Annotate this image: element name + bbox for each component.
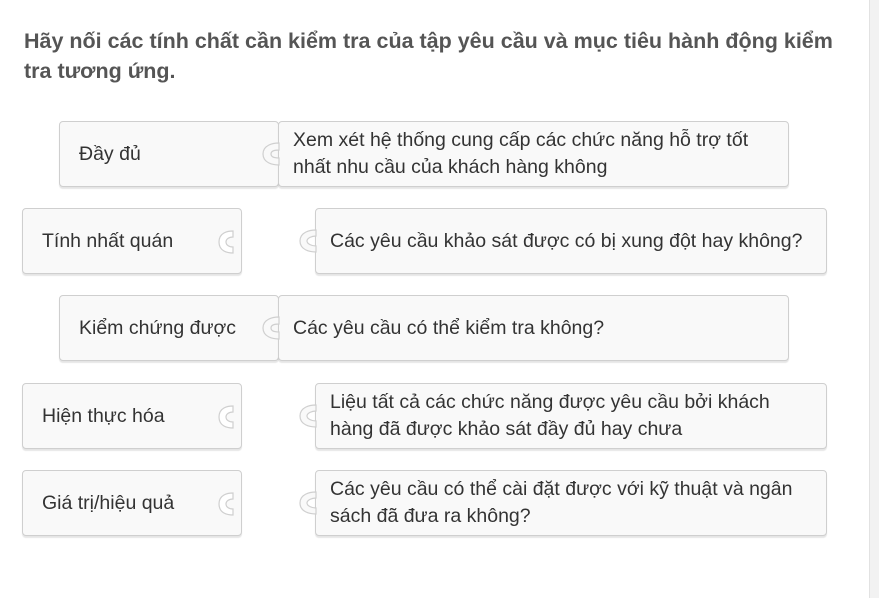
puzzle-socket-icon: [213, 209, 241, 275]
target-text: Các yêu cầu có thể kiểm tra không?: [293, 316, 605, 339]
puzzle-socket-icon: [213, 471, 241, 537]
label-text: Đầy đủ: [79, 142, 141, 165]
puzzle-tab-icon: [292, 208, 320, 274]
drop-target-piece[interactable]: Các yêu cầu khảo sát được có bị xung đột…: [315, 208, 827, 274]
drop-target-piece[interactable]: Liệu tất cả các chức năng được yêu cầu b…: [315, 383, 827, 449]
target-text: Các yêu cầu có thể cài đặt được với kỹ t…: [330, 478, 793, 527]
match-pair: Hiện thực hóa Liệu tất cả các chức năng …: [22, 383, 827, 451]
draggable-label-piece[interactable]: Hiện thực hóa: [22, 383, 242, 449]
target-text: Liệu tất cả các chức năng được yêu cầu b…: [330, 391, 770, 440]
label-text: Kiểm chứng được: [79, 316, 237, 339]
puzzle-connector-icon: [257, 121, 285, 187]
target-piece: Các yêu cầu có thể kiểm tra không?: [278, 295, 789, 361]
draggable-label-piece[interactable]: Giá trị/hiệu quả: [22, 470, 242, 536]
scrollbar-track[interactable]: [869, 0, 879, 598]
puzzle-tab-icon: [292, 383, 320, 449]
puzzle-connector-icon: [257, 295, 285, 361]
drop-target-piece[interactable]: Các yêu cầu có thể cài đặt được với kỹ t…: [315, 470, 827, 536]
label-text: Hiện thực hóa: [42, 404, 165, 427]
target-text: Các yêu cầu khảo sát được có bị xung đột…: [330, 229, 803, 252]
match-pair: Giá trị/hiệu quả Các yêu cầu có thể cài …: [22, 470, 827, 538]
match-pair: Đầy đủ Xem xét hệ thống cung cấp các chứ…: [59, 121, 789, 189]
draggable-label-piece[interactable]: Tính nhất quán: [22, 208, 242, 274]
draggable-label-piece[interactable]: Đầy đủ: [59, 121, 279, 187]
match-pair: Tính nhất quán Các yêu cầu khảo sát được…: [22, 208, 827, 276]
puzzle-socket-icon: [213, 384, 241, 450]
label-text: Tính nhất quán: [42, 229, 174, 252]
target-text: Xem xét hệ thống cung cấp các chức năng …: [293, 129, 749, 178]
draggable-label-piece[interactable]: Kiểm chứng được: [59, 295, 279, 361]
question-text: Hãy nối các tính chất cần kiểm tra của t…: [24, 29, 833, 83]
match-pair: Kiểm chứng được Các yêu cầu có thể kiểm …: [59, 295, 789, 363]
puzzle-tab-icon: [292, 470, 320, 536]
target-piece: Xem xét hệ thống cung cấp các chức năng …: [278, 121, 789, 187]
label-text: Giá trị/hiệu quả: [42, 491, 175, 514]
